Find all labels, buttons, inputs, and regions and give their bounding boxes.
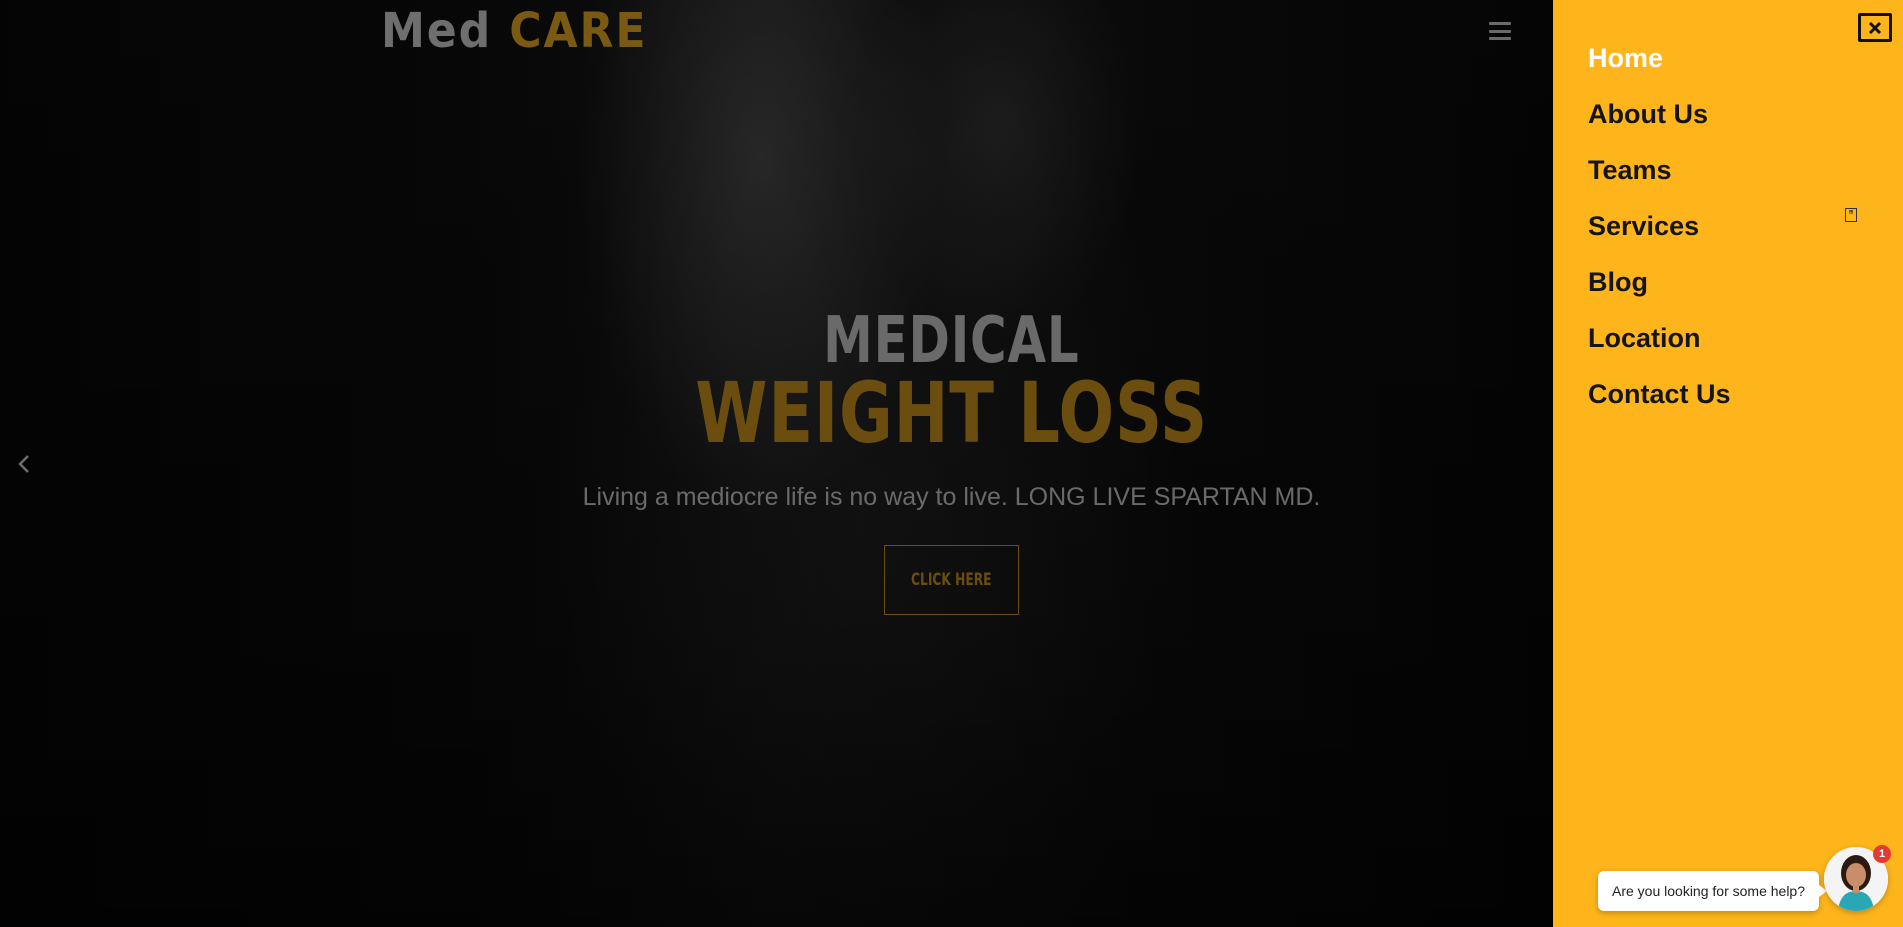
menu-item-teams[interactable]: Teams [1588, 142, 1731, 198]
close-icon-svg [1868, 21, 1882, 34]
click-here-button[interactable]: CLICK HERE [884, 545, 1019, 615]
chat-notification-badge: 1 [1873, 845, 1891, 863]
menu-item-about-us[interactable]: About Us [1588, 86, 1731, 142]
submenu-toggle-icon[interactable]: ⊞ [1845, 208, 1857, 222]
hamburger-icon[interactable] [1489, 22, 1511, 40]
menu-item-home[interactable]: Home [1588, 30, 1731, 86]
page: Med CARE MEDICAL WEIGHT LOSS Living a me… [0, 0, 1903, 927]
side-menu: Home About Us Teams Services Blog Locati… [1553, 0, 1903, 927]
chat-prompt-text: Are you looking for some help? [1612, 883, 1805, 899]
logo-text-care: CARE [509, 3, 648, 59]
logo-text-med: Med [381, 3, 493, 59]
menu-item-blog[interactable]: Blog [1588, 254, 1731, 310]
menu-item-services[interactable]: Services [1588, 198, 1731, 254]
site-logo[interactable]: Med CARE [381, 2, 647, 60]
chat-prompt-bubble[interactable]: Are you looking for some help? [1598, 871, 1827, 911]
close-icon[interactable] [1858, 13, 1892, 42]
hero-background [0, 0, 1553, 927]
menu-item-location[interactable]: Location [1588, 310, 1731, 366]
side-menu-list: Home About Us Teams Services Blog Locati… [1588, 30, 1731, 422]
menu-item-contact-us[interactable]: Contact Us [1588, 366, 1731, 422]
